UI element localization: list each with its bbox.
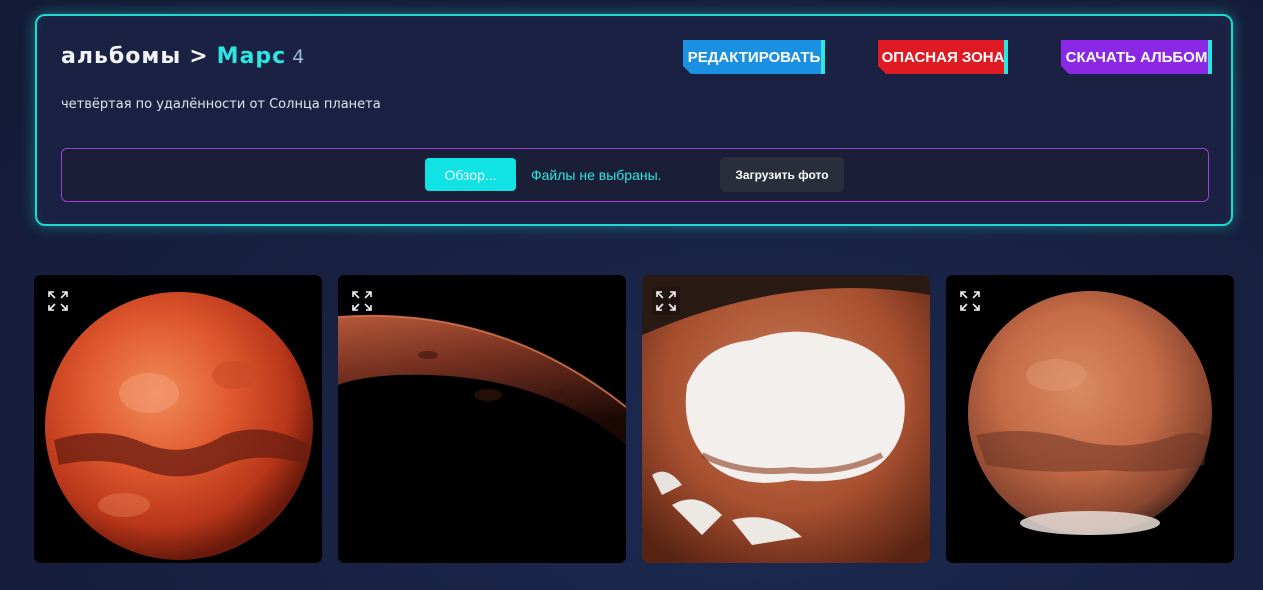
- breadcrumb-separator: >: [189, 44, 209, 69]
- button-edge-accent: [1004, 40, 1008, 74]
- mars-globe-image: [34, 275, 322, 563]
- photo-count: 4: [292, 46, 306, 68]
- album-header-card: альбомы > Марс 4 четвёртая по удалённости о…: [35, 14, 1233, 226]
- danger-zone-button[interactable]: ОПАСНАЯ ЗОНА: [878, 40, 1008, 74]
- expand-icon[interactable]: [44, 287, 72, 315]
- photo-card[interactable]: [34, 275, 322, 563]
- expand-glyph: [656, 291, 676, 311]
- album-description: четвёртая по удалённости от Солнца плане…: [61, 97, 381, 112]
- upload-photo-button[interactable]: Загрузить фото: [720, 157, 844, 192]
- breadcrumb: альбомы > Марс 4: [61, 44, 305, 69]
- browse-files-button[interactable]: Обзор...: [425, 158, 516, 191]
- expand-glyph: [960, 291, 980, 311]
- edit-button[interactable]: РЕДАКТИРОВАТЬ: [683, 40, 825, 74]
- expand-glyph: [48, 291, 68, 311]
- button-edge-accent: [821, 40, 825, 74]
- mars-ice-cap-image: [642, 275, 930, 563]
- file-status-text: Файлы не выбраны.: [531, 167, 662, 183]
- button-edge-accent: [1208, 40, 1212, 74]
- upload-form: Обзор... Файлы не выбраны. Загрузить фот…: [61, 148, 1209, 202]
- expand-icon[interactable]: [348, 287, 376, 315]
- download-album-button[interactable]: СКАЧАТЬ АЛЬБОМ: [1061, 40, 1212, 74]
- danger-zone-button-label: ОПАСНАЯ ЗОНА: [881, 48, 1005, 66]
- mars-hubble-image: [946, 275, 1234, 563]
- photo-card[interactable]: [338, 275, 626, 563]
- mars-horizon-image: [338, 275, 626, 563]
- photo-card[interactable]: [946, 275, 1234, 563]
- expand-icon[interactable]: [652, 287, 680, 315]
- photo-card[interactable]: [642, 275, 930, 563]
- breadcrumb-albums-link[interactable]: альбомы: [61, 44, 181, 69]
- expand-icon[interactable]: [956, 287, 984, 315]
- edit-button-label: РЕДАКТИРОВАТЬ: [687, 48, 821, 66]
- download-album-button-label: СКАЧАТЬ АЛЬБОМ: [1065, 48, 1208, 66]
- expand-glyph: [352, 291, 372, 311]
- album-title: Марс: [216, 44, 287, 69]
